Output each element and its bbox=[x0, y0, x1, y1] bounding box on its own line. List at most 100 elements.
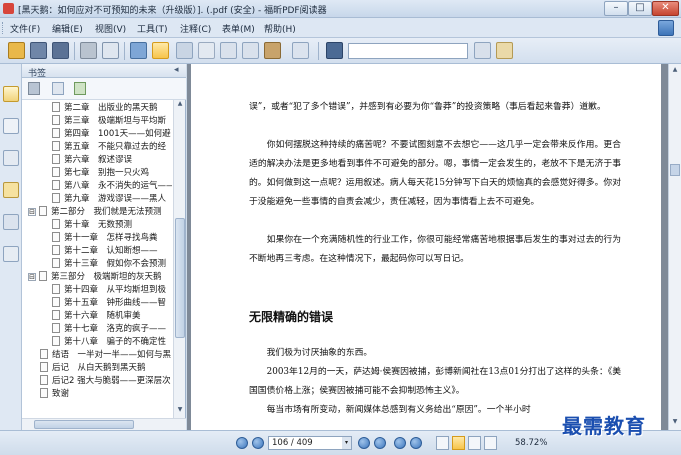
bookmark-label: 第十四章 从平均斯坦到极 bbox=[64, 285, 167, 295]
continuous-view-icon[interactable] bbox=[452, 436, 465, 450]
rotate-icon[interactable] bbox=[242, 42, 259, 59]
bookmark-item[interactable]: 第五章 不能只靠过去的经 bbox=[52, 141, 166, 153]
stamp-icon[interactable] bbox=[264, 42, 281, 59]
menu-tools[interactable]: 工具(T) bbox=[137, 22, 168, 35]
menu-edit[interactable]: 编辑(E) bbox=[52, 22, 83, 35]
menu-comments[interactable]: 注释(C) bbox=[180, 22, 211, 35]
menu-view[interactable]: 视图(V) bbox=[95, 22, 126, 35]
next-page-icon[interactable] bbox=[358, 437, 370, 449]
bookmark-page-icon bbox=[52, 167, 60, 177]
bookmark-item[interactable]: 第六章 叙述谬误 bbox=[52, 154, 132, 166]
search-input[interactable] bbox=[348, 43, 468, 59]
minimize-button[interactable]: – bbox=[604, 1, 628, 16]
bookmark-page-icon bbox=[52, 232, 60, 242]
document-properties-icon[interactable] bbox=[496, 42, 513, 59]
help-corner-icon[interactable] bbox=[658, 20, 674, 36]
zoom-tool-icon[interactable] bbox=[176, 42, 193, 59]
bookmark-item[interactable]: 第九章 游戏谬误——黑人 bbox=[52, 193, 166, 205]
maximize-button[interactable]: □ bbox=[628, 1, 652, 16]
document-view[interactable]: 无限精确的错误 误”，或者“犯了多个错误”，并感到有必要为你“鲁莽”的投资策略（… bbox=[187, 64, 668, 430]
scroll-up-icon[interactable]: ▲ bbox=[175, 100, 185, 110]
single-page-view-icon[interactable] bbox=[436, 436, 449, 450]
add-bookmark-icon[interactable] bbox=[74, 82, 86, 95]
toolbar-separator bbox=[124, 42, 125, 60]
bookmark-label: 第十八章 骗子的不确定性 bbox=[64, 337, 167, 347]
bookmark-label: 后记 从白天鹅到黑天鹅 bbox=[52, 363, 146, 373]
document-scrollbar[interactable]: ▲ ▼ bbox=[668, 64, 681, 430]
bookmark-item[interactable]: 致谢 bbox=[40, 388, 69, 400]
bookmark-item[interactable]: 第四章 1001天——如何避 bbox=[52, 128, 171, 140]
bookmark-vertical-scrollbar[interactable]: ▲ ▼ bbox=[173, 100, 185, 418]
zoom-level[interactable]: 58.72% bbox=[515, 438, 547, 448]
layers-icon[interactable] bbox=[3, 150, 19, 166]
attachments-icon[interactable] bbox=[3, 214, 19, 230]
close-button[interactable]: ✕ bbox=[652, 1, 679, 16]
continuous-facing-view-icon[interactable] bbox=[484, 436, 497, 450]
bookmark-item[interactable]: 结语 一半对一半——如何与黑 bbox=[40, 349, 171, 361]
bookmark-item[interactable]: 第十章 无数预测 bbox=[52, 219, 132, 231]
select-text-icon[interactable] bbox=[198, 42, 215, 59]
bookmark-item[interactable]: 第十六章 随机审美 bbox=[52, 310, 141, 322]
bookmark-item[interactable]: 第三章 极端斯坦与平均斯 bbox=[52, 115, 166, 127]
page-number-field[interactable]: 106 / 409 ▾ bbox=[268, 436, 352, 450]
bookmark-item[interactable]: 后记 从白天鹅到黑天鹅 bbox=[40, 362, 146, 374]
bookmark-item[interactable]: 第十五章 钟形曲线——智 bbox=[52, 297, 166, 309]
app-logo-icon bbox=[3, 3, 14, 14]
find-icon[interactable] bbox=[326, 42, 343, 59]
facing-view-icon[interactable] bbox=[468, 436, 481, 450]
print-icon[interactable] bbox=[80, 42, 97, 59]
page-number-value: 106 / 409 bbox=[272, 438, 313, 448]
previous-page-icon[interactable] bbox=[252, 437, 264, 449]
bookmark-item[interactable]: 第八章 永不消失的运气—— bbox=[52, 180, 172, 192]
comments-icon[interactable] bbox=[3, 182, 19, 198]
save-as-icon[interactable] bbox=[52, 42, 69, 59]
bookmark-item[interactable]: 后记2 强大与脆弱——更深层次 bbox=[40, 375, 171, 387]
doc-scroll-thumb[interactable] bbox=[670, 164, 680, 176]
bookmark-page-icon bbox=[52, 258, 60, 268]
menu-file[interactable]: 文件(F) bbox=[10, 22, 40, 35]
horizontal-scroll-thumb[interactable] bbox=[34, 420, 134, 429]
bookmark-item[interactable]: 第二章 出版业的黑天鹅 bbox=[52, 102, 158, 114]
signatures-icon[interactable] bbox=[3, 246, 19, 262]
snapshot-icon[interactable] bbox=[220, 42, 237, 59]
expand-bookmark-icon[interactable] bbox=[52, 82, 64, 95]
bookmark-horizontal-scrollbar[interactable] bbox=[22, 418, 186, 430]
pages-icon[interactable] bbox=[3, 118, 19, 134]
bookmark-item[interactable]: 第十三章 假如你不会预测 bbox=[52, 258, 166, 270]
bookmark-page-icon bbox=[52, 297, 60, 307]
page-dropdown-icon[interactable]: ▾ bbox=[342, 437, 351, 449]
bookmark-item[interactable]: 第十八章 骗子的不确定性 bbox=[52, 336, 166, 348]
last-page-icon[interactable] bbox=[374, 437, 386, 449]
first-page-icon[interactable] bbox=[236, 437, 248, 449]
typewriter-icon[interactable] bbox=[292, 42, 309, 59]
expand-collapse-icon[interactable]: ⊟ bbox=[28, 273, 36, 281]
bookmark-item[interactable]: ⊟ 第二部分 我们就是无法预测 bbox=[28, 206, 162, 218]
bookmarks-icon[interactable] bbox=[3, 86, 19, 102]
doc-scroll-up-icon[interactable]: ▲ bbox=[670, 66, 680, 73]
save-icon[interactable] bbox=[30, 42, 47, 59]
open-icon[interactable] bbox=[8, 42, 25, 59]
delete-bookmark-icon[interactable] bbox=[28, 82, 40, 95]
bookmark-item[interactable]: 第十二章 认知断想—— bbox=[52, 245, 158, 257]
go-back-icon[interactable] bbox=[394, 437, 406, 449]
expand-collapse-icon[interactable]: ⊟ bbox=[28, 208, 36, 216]
scroll-down-icon[interactable]: ▼ bbox=[175, 406, 185, 416]
watermark: 最需教育 bbox=[562, 414, 646, 438]
fullscreen-icon[interactable] bbox=[130, 42, 147, 59]
bookmark-item[interactable]: 第十一章 怎样寻找鸟粪 bbox=[52, 232, 158, 244]
bookmark-label: 第十一章 怎样寻找鸟粪 bbox=[64, 233, 158, 243]
go-forward-icon[interactable] bbox=[410, 437, 422, 449]
menu-help[interactable]: 帮助(H) bbox=[264, 22, 296, 35]
bookmark-item[interactable]: 第七章 别抱一只火鸡 bbox=[52, 167, 149, 179]
bookmark-item[interactable]: ⊟ 第三部分 极端斯坦的灰天鹅 bbox=[28, 271, 162, 283]
bookmark-item[interactable]: 第十七章 洛克的疯子—— bbox=[52, 323, 166, 335]
bookmark-item[interactable]: 第十四章 从平均斯坦到极 bbox=[52, 284, 166, 296]
email-icon[interactable] bbox=[102, 42, 119, 59]
hand-tool-icon[interactable] bbox=[152, 42, 169, 59]
menu-forms[interactable]: 表单(M) bbox=[222, 22, 255, 35]
doc-scroll-down-icon[interactable]: ▼ bbox=[670, 418, 680, 425]
collapse-panel-icon[interactable]: ◂ bbox=[174, 65, 179, 75]
find-previous-icon[interactable] bbox=[474, 42, 491, 59]
scroll-thumb[interactable] bbox=[175, 218, 185, 338]
bookmark-page-icon bbox=[40, 388, 48, 398]
